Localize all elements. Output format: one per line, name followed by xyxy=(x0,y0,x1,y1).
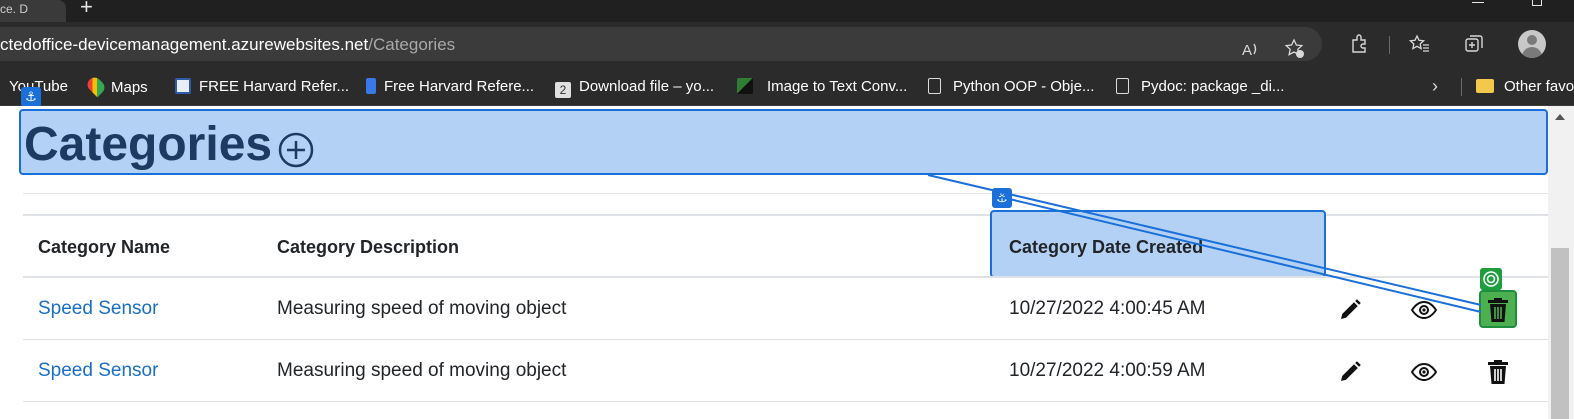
connector-line xyxy=(1000,196,1482,313)
scroll-up-icon[interactable] xyxy=(1555,114,1565,120)
scroll-thumb[interactable] xyxy=(1551,248,1569,419)
connector-line xyxy=(927,174,1482,306)
page-scrollbar[interactable] xyxy=(1548,106,1574,419)
annotation-connectors xyxy=(927,174,1482,313)
